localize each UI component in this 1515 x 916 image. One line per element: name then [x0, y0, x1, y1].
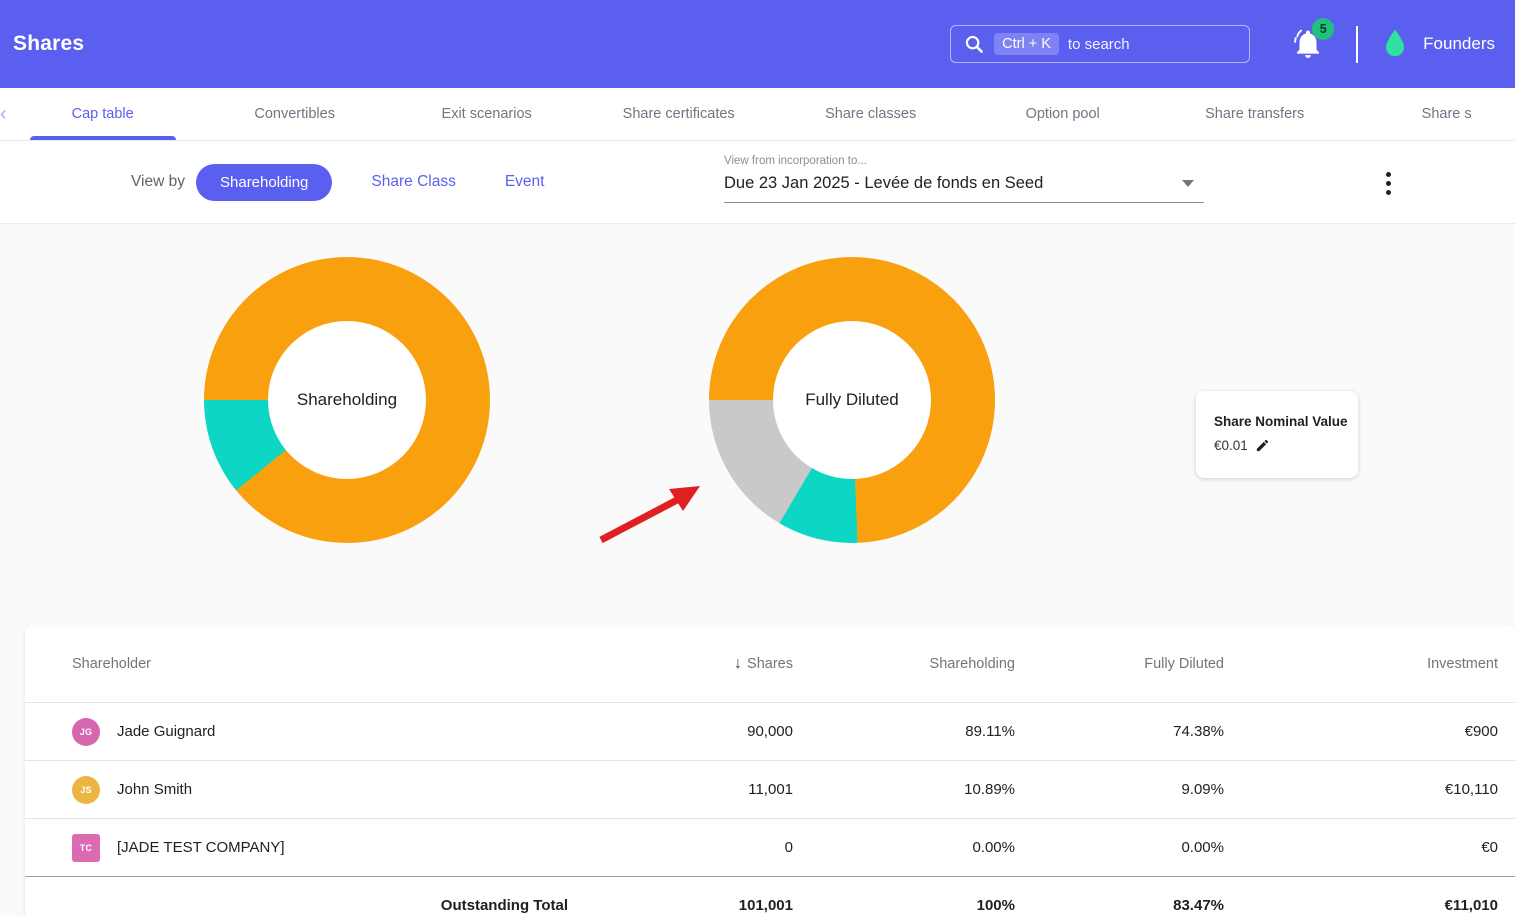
- total-fully-diluted: 83.47%: [1015, 897, 1224, 914]
- search-placeholder: to search: [1068, 36, 1130, 53]
- view-option-shareholding[interactable]: Shareholding: [196, 164, 332, 201]
- search-icon: [963, 33, 985, 55]
- edit-nominal-value-button[interactable]: [1255, 438, 1270, 453]
- pencil-icon: [1255, 438, 1270, 453]
- cell-investment: €10,110: [1224, 781, 1498, 798]
- account-label: Founders: [1423, 34, 1495, 54]
- period-select-value: Due 23 Jan 2025 - Levée de fonds en Seed: [724, 174, 1043, 193]
- cell-fully-diluted: 74.38%: [1015, 723, 1224, 740]
- kebab-icon: [1386, 172, 1391, 177]
- fully-diluted-chart-label: Fully Diluted: [805, 390, 899, 410]
- period-select[interactable]: View from incorporation to... Due 23 Jan…: [724, 155, 1204, 203]
- filter-toolbar: View by Shareholding Share Class Event V…: [0, 141, 1515, 224]
- col-header-shareholding[interactable]: Shareholding: [793, 656, 1015, 672]
- tabs-scroll-left-button[interactable]: ‹: [0, 88, 7, 140]
- cell-shareholding: 89.11%: [793, 723, 1015, 740]
- tab-cap-table[interactable]: Cap table: [7, 88, 199, 140]
- tab-share-splits[interactable]: Share s: [1351, 88, 1515, 140]
- tab-exit-scenarios[interactable]: Exit scenarios: [391, 88, 583, 140]
- charts-section: Shareholding Fully Diluted Share Nominal…: [0, 224, 1515, 625]
- total-investment: €11,010: [1224, 897, 1498, 914]
- chevron-left-icon: ‹: [0, 103, 7, 126]
- page-title: Shares: [13, 32, 84, 56]
- cell-shareholding: 0.00%: [793, 839, 1015, 856]
- col-header-fully-diluted[interactable]: Fully Diluted: [1015, 656, 1224, 672]
- col-header-shares[interactable]: ↓ Shares: [568, 655, 793, 673]
- cell-shares: 11,001: [568, 781, 793, 798]
- cap-table: Shareholder ↓ Shares Shareholding Fully …: [25, 625, 1515, 916]
- avatar: TC: [72, 834, 100, 862]
- notifications-button[interactable]: 5: [1292, 27, 1324, 61]
- tab-share-certificates[interactable]: Share certificates: [583, 88, 775, 140]
- cell-investment: €0: [1224, 839, 1498, 856]
- table-row-jade-guignard[interactable]: JG Jade Guignard 90,000 89.11% 74.38% €9…: [25, 702, 1515, 760]
- tab-share-transfers[interactable]: Share transfers: [1159, 88, 1351, 140]
- view-by-label: View by: [131, 173, 185, 191]
- col-header-shareholder[interactable]: Shareholder: [72, 656, 568, 672]
- search-shortcut-pill: Ctrl + K: [994, 33, 1059, 55]
- account-menu[interactable]: Founders: [1382, 28, 1495, 60]
- total-shares: 101,001: [568, 897, 793, 914]
- avatar: JG: [72, 718, 100, 746]
- shareholder-name: Jade Guignard: [117, 723, 215, 740]
- sort-descending-icon: ↓: [734, 655, 742, 673]
- tab-option-pool[interactable]: Option pool: [967, 88, 1159, 140]
- cell-fully-diluted: 0.00%: [1015, 839, 1224, 856]
- shareholding-donut-chart[interactable]: Shareholding: [204, 257, 490, 543]
- more-options-button[interactable]: [1378, 165, 1398, 201]
- avatar: JS: [72, 776, 100, 804]
- table-row-jade-test-company[interactable]: TC [JADE TEST COMPANY] 0 0.00% 0.00% €0: [25, 818, 1515, 876]
- cell-shares: 90,000: [568, 723, 793, 740]
- droplet-logo-icon: [1382, 28, 1408, 60]
- table-row-john-smith[interactable]: JS John Smith 11,001 10.89% 9.09% €10,11…: [25, 760, 1515, 818]
- app-header: Shares Ctrl + K to search 5 Founders: [0, 0, 1515, 88]
- shareholder-name: John Smith: [117, 781, 192, 798]
- table-total-row: Outstanding Total 101,001 100% 83.47% €1…: [25, 876, 1515, 916]
- shareholder-name: [JADE TEST COMPANY]: [117, 839, 285, 856]
- nominal-value: €0.01: [1214, 438, 1248, 453]
- search-input[interactable]: Ctrl + K to search: [950, 25, 1250, 63]
- cell-shareholding: 10.89%: [793, 781, 1015, 798]
- tab-share-classes[interactable]: Share classes: [775, 88, 967, 140]
- cell-fully-diluted: 9.09%: [1015, 781, 1224, 798]
- shareholding-chart-label: Shareholding: [297, 390, 397, 410]
- cell-investment: €900: [1224, 723, 1498, 740]
- active-tab-indicator: [30, 136, 176, 140]
- red-annotation-arrow: [593, 480, 708, 550]
- col-header-investment[interactable]: Investment: [1224, 656, 1498, 672]
- section-tab-bar: ‹ Cap table Convertibles Exit scenarios …: [0, 88, 1515, 141]
- header-divider: [1356, 26, 1358, 63]
- nominal-value-title: Share Nominal Value: [1214, 414, 1358, 429]
- table-header-row: Shareholder ↓ Shares Shareholding Fully …: [25, 625, 1515, 702]
- total-label: Outstanding Total: [72, 897, 568, 914]
- donut-hole: Fully Diluted: [773, 321, 931, 479]
- fully-diluted-donut-chart[interactable]: Fully Diluted: [709, 257, 995, 543]
- view-option-event[interactable]: Event: [495, 167, 555, 197]
- notification-count-badge: 5: [1312, 18, 1334, 40]
- chevron-down-icon: [1182, 180, 1194, 187]
- cell-shares: 0: [568, 839, 793, 856]
- share-nominal-value-card: Share Nominal Value €0.01: [1196, 391, 1358, 478]
- donut-hole: Shareholding: [268, 321, 426, 479]
- total-shareholding: 100%: [793, 897, 1015, 914]
- view-option-share-class[interactable]: Share Class: [361, 167, 465, 197]
- tab-convertibles[interactable]: Convertibles: [199, 88, 391, 140]
- period-select-label: View from incorporation to...: [724, 155, 1204, 167]
